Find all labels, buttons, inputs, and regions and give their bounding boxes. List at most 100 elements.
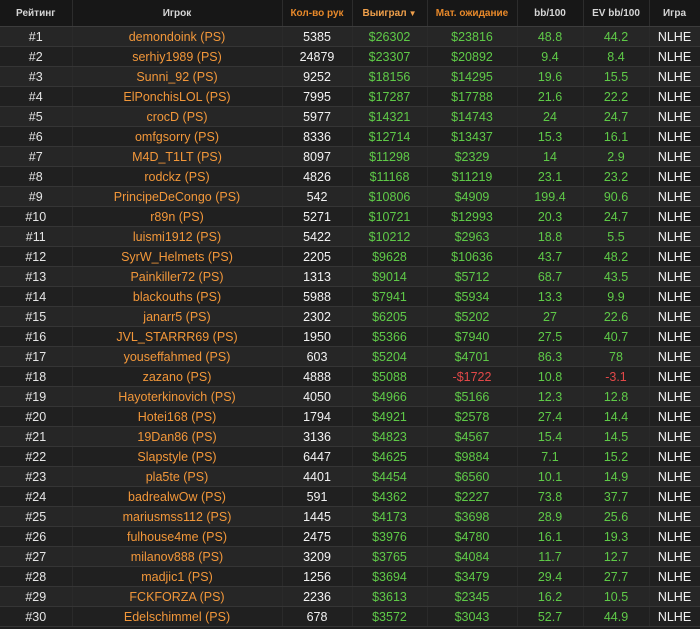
rank-cell: #20 [0, 406, 73, 427]
bb100-cell: 52.7 [517, 606, 584, 627]
player-link[interactable]: luismi1912 (PS) [133, 230, 221, 244]
col-header-ev[interactable]: Мат. ожидание [427, 0, 518, 27]
player-cell: janarr5 (PS) [72, 306, 283, 327]
player-link[interactable]: janarr5 (PS) [143, 310, 210, 324]
player-link[interactable]: pla5te (PS) [146, 470, 209, 484]
sort-desc-icon: ▼ [408, 8, 417, 18]
col-header-hands[interactable]: Кол-во рук [282, 0, 353, 27]
player-link[interactable]: Slapstyle (PS) [137, 450, 216, 464]
player-link[interactable]: crocD (PS) [146, 110, 207, 124]
player-link[interactable]: omfgsorry (PS) [135, 130, 219, 144]
player-link[interactable]: mariusmss112 (PS) [123, 510, 232, 524]
evbb100-cell: 10.5 [583, 586, 650, 607]
player-link[interactable]: PrincipeDeCongo (PS) [114, 190, 240, 204]
rank-cell: #22 [0, 446, 73, 467]
player-link[interactable]: demondoink (PS) [129, 30, 226, 44]
rank-cell: #16 [0, 326, 73, 347]
game-cell: NLHE [649, 326, 700, 347]
player-link[interactable]: madjic1 (PS) [141, 570, 213, 584]
evbb100-cell: 15.2 [583, 446, 650, 467]
table-row: #16 JVL_STARRR69 (PS) 1950 $5366 $7940 27.5 40… [0, 326, 700, 347]
player-link[interactable]: Hotei168 (PS) [138, 410, 217, 424]
player-link[interactable]: Painkiller72 (PS) [130, 270, 223, 284]
bb100-cell: 16.2 [517, 586, 584, 607]
hands-cell: 24879 [282, 46, 353, 67]
evbb100-cell: 37.7 [583, 486, 650, 507]
bb100-cell: 68.7 [517, 266, 584, 287]
bb100-cell: 48.8 [517, 26, 584, 47]
hands-cell: 3136 [282, 426, 353, 447]
ev-cell: $2578 [427, 406, 518, 427]
player-cell: badrealwOw (PS) [72, 486, 283, 507]
game-cell: NLHE [649, 546, 700, 567]
player-link[interactable]: JVL_STARRR69 (PS) [116, 330, 237, 344]
ev-cell: $4780 [427, 526, 518, 547]
won-cell: $10721 [352, 206, 428, 227]
player-cell: demondoink (PS) [72, 26, 283, 47]
player-link[interactable]: rodckz (PS) [144, 170, 209, 184]
player-link[interactable]: milanov888 (PS) [131, 550, 223, 564]
player-link[interactable]: serhiy1989 (PS) [132, 50, 222, 64]
bb100-cell: 19.6 [517, 66, 584, 87]
evbb100-cell: -3.1 [583, 366, 650, 387]
player-link[interactable]: fulhouse4me (PS) [127, 530, 227, 544]
bb100-cell: 15.4 [517, 426, 584, 447]
won-cell: $4454 [352, 466, 428, 487]
player-link[interactable]: r89n (PS) [150, 210, 204, 224]
game-cell: NLHE [649, 366, 700, 387]
player-cell: blackouths (PS) [72, 286, 283, 307]
player-link[interactable]: blackouths (PS) [133, 290, 221, 304]
player-link[interactable]: badrealwOw (PS) [128, 490, 226, 504]
player-link[interactable]: youseffahmed (PS) [124, 350, 231, 364]
player-link[interactable]: Sunni_92 (PS) [136, 70, 217, 84]
player-cell: luismi1912 (PS) [72, 226, 283, 247]
col-header-won[interactable]: Выиграл ▼ [352, 0, 428, 27]
player-cell: madjic1 (PS) [72, 566, 283, 587]
hands-cell: 5977 [282, 106, 353, 127]
ev-cell: $4084 [427, 546, 518, 567]
game-cell: NLHE [649, 146, 700, 167]
hands-cell: 6447 [282, 446, 353, 467]
ev-cell: $2227 [427, 486, 518, 507]
player-cell: Sunni_92 (PS) [72, 66, 283, 87]
bb100-cell: 12.3 [517, 386, 584, 407]
bb100-cell: 13.3 [517, 286, 584, 307]
bb100-cell: 16.1 [517, 526, 584, 547]
evbb100-cell: 44.9 [583, 606, 650, 627]
table-row: #9 PrincipeDeCongo (PS) 542 $10806 $4909 199.… [0, 186, 700, 207]
won-cell: $10212 [352, 226, 428, 247]
won-cell: $23307 [352, 46, 428, 67]
player-link[interactable]: ElPonchisLOL (PS) [123, 90, 230, 104]
ev-cell: $7940 [427, 326, 518, 347]
player-cell: JVL_STARRR69 (PS) [72, 326, 283, 347]
player-link[interactable]: M4D_T1LT (PS) [132, 150, 222, 164]
game-cell: NLHE [649, 26, 700, 47]
player-link[interactable]: SyrW_Helmets (PS) [121, 250, 233, 264]
table-row: #17 youseffahmed (PS) 603 $5204 $4701 86.3 78 N… [0, 346, 700, 367]
player-link[interactable]: 19Dan86 (PS) [137, 430, 216, 444]
ev-cell: $4701 [427, 346, 518, 367]
hands-cell: 1445 [282, 506, 353, 527]
bb100-cell: 43.7 [517, 246, 584, 267]
player-link[interactable]: Edelschimmel (PS) [124, 610, 230, 624]
won-cell: $11168 [352, 166, 428, 187]
player-cell: Hayoterkinovich (PS) [72, 386, 283, 407]
col-header-evbb100: EV bb/100 [583, 0, 650, 27]
table-row: #2 serhiy1989 (PS) 24879 $23307 $20892 9.4 8.4… [0, 46, 700, 67]
won-cell: $3572 [352, 606, 428, 627]
bb100-cell: 28.9 [517, 506, 584, 527]
rank-cell: #9 [0, 186, 73, 207]
rank-cell: #13 [0, 266, 73, 287]
player-cell: serhiy1989 (PS) [72, 46, 283, 67]
game-cell: NLHE [649, 466, 700, 487]
table-row: #20 Hotei168 (PS) 1794 $4921 $2578 27.4 14.4 NL… [0, 406, 700, 427]
ev-cell: $14295 [427, 66, 518, 87]
evbb100-cell: 12.7 [583, 546, 650, 567]
player-cell: omfgsorry (PS) [72, 126, 283, 147]
evbb100-cell: 5.5 [583, 226, 650, 247]
player-link[interactable]: FCKFORZA (PS) [129, 590, 224, 604]
player-link[interactable]: zazano (PS) [143, 370, 212, 384]
leaderboard-table: Рейтинг Игрок Кол-во рук Выиграл ▼ Мат. о… [0, 0, 700, 627]
player-link[interactable]: Hayoterkinovich (PS) [118, 390, 235, 404]
player-cell: Slapstyle (PS) [72, 446, 283, 467]
